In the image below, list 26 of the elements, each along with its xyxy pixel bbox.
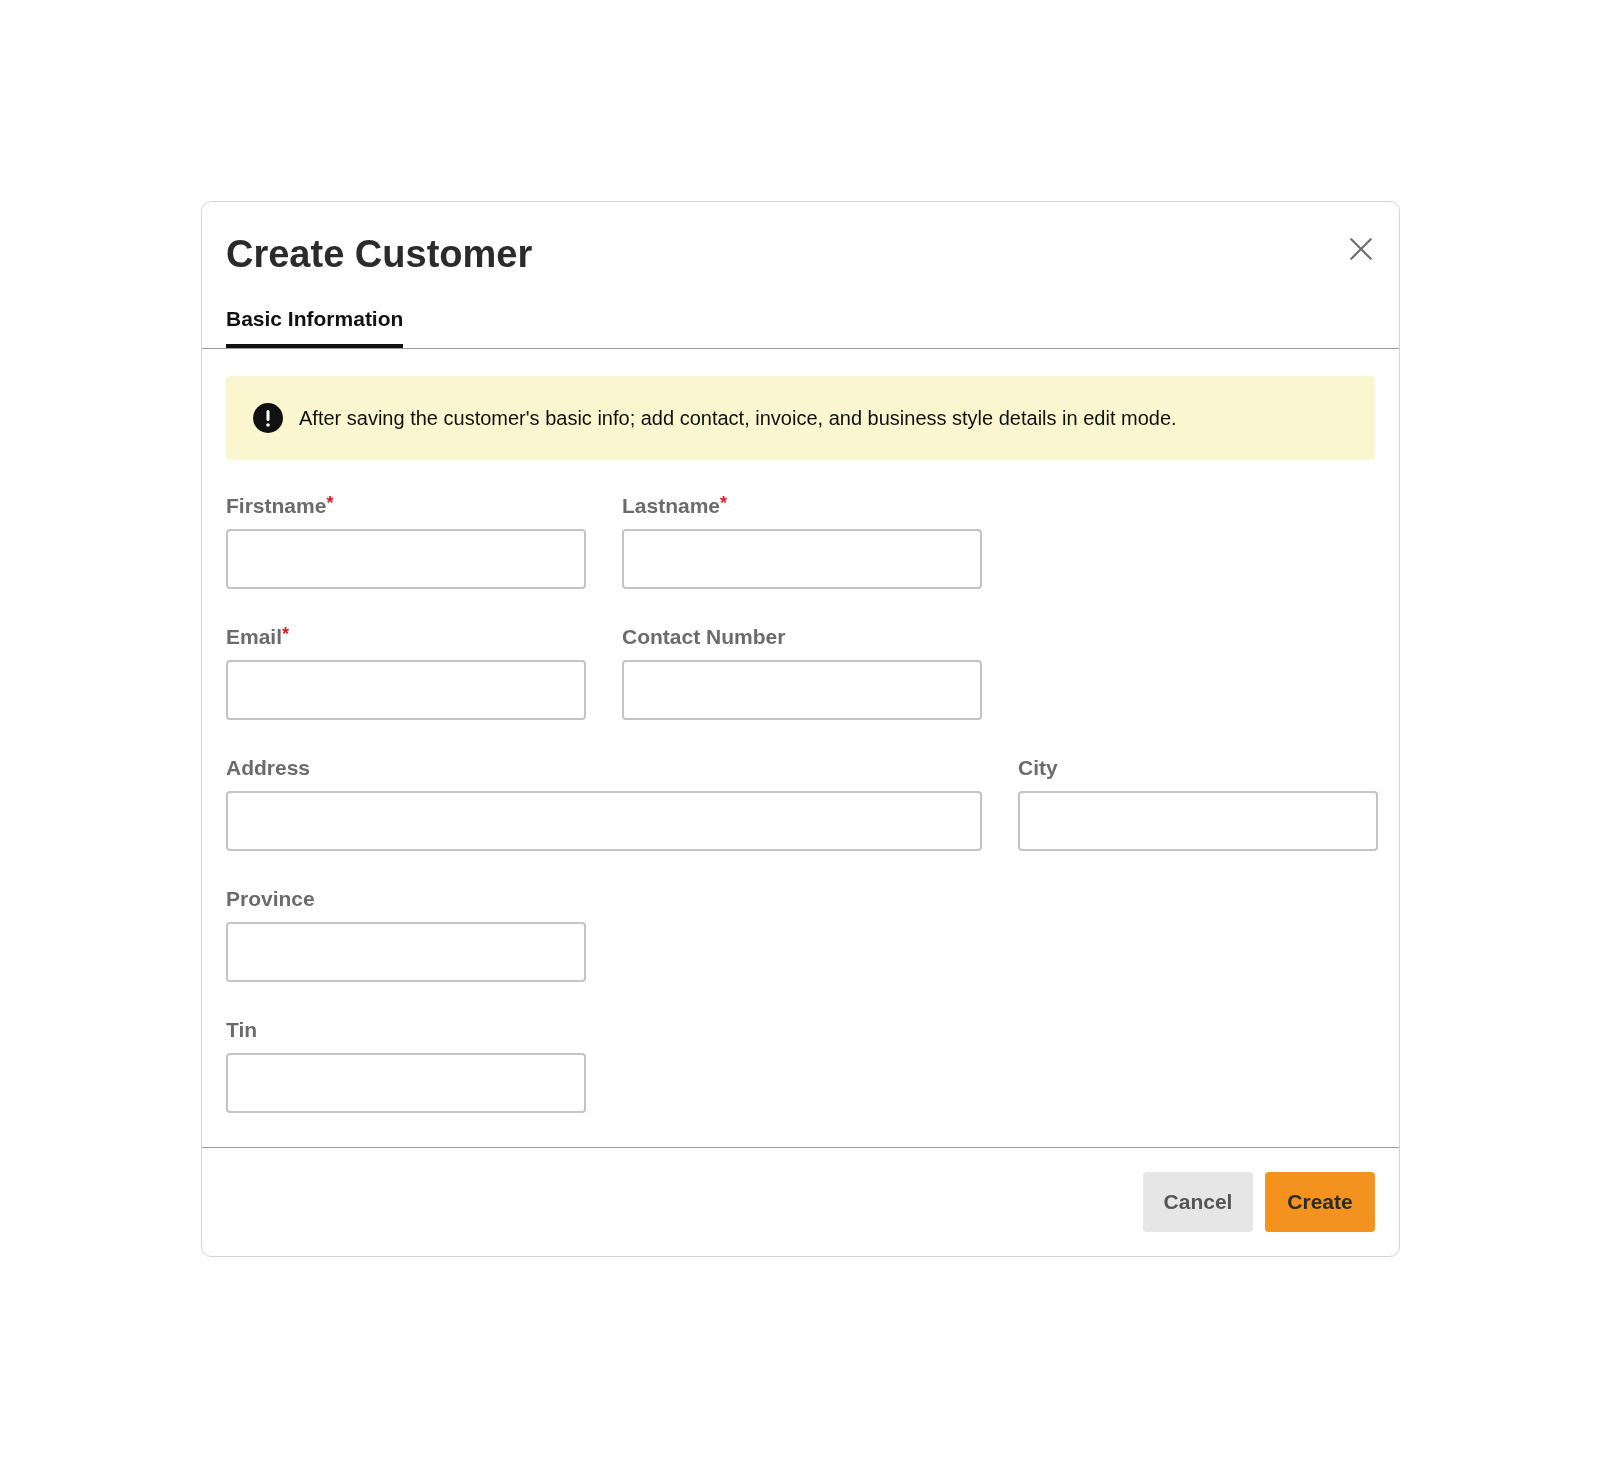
required-asterisk: * (282, 624, 290, 644)
text-field[interactable] (622, 529, 982, 589)
field-label: Lastname (622, 493, 721, 519)
text-field[interactable] (226, 791, 982, 851)
exclamation-icon (253, 403, 283, 433)
field-label: Email (226, 624, 283, 650)
dialog-title: Create Customer (226, 232, 533, 277)
text-field[interactable] (226, 1053, 586, 1113)
field-label: City (1018, 755, 1058, 781)
field-label: Province (226, 886, 315, 912)
tab[interactable]: Basic Information (226, 306, 404, 348)
field-label: Firstname (226, 493, 327, 519)
text-field[interactable] (226, 922, 586, 982)
info-message: After saving the customer's basic info; add contact, invoice, and business style details in edit mode. (299, 406, 1177, 431)
create-button[interactable]: Create (1265, 1172, 1375, 1232)
text-field[interactable] (226, 529, 586, 589)
field-label: Contact Number (622, 624, 786, 650)
field-label: Address (226, 755, 311, 781)
required-asterisk: * (720, 493, 728, 513)
field-label: Tin (226, 1017, 258, 1043)
required-asterisk: * (326, 493, 334, 513)
text-field[interactable] (622, 660, 982, 720)
cancel-button[interactable]: Cancel (1143, 1172, 1253, 1232)
text-field[interactable] (1018, 791, 1378, 851)
close-icon[interactable] (1348, 236, 1374, 262)
text-field[interactable] (226, 660, 586, 720)
